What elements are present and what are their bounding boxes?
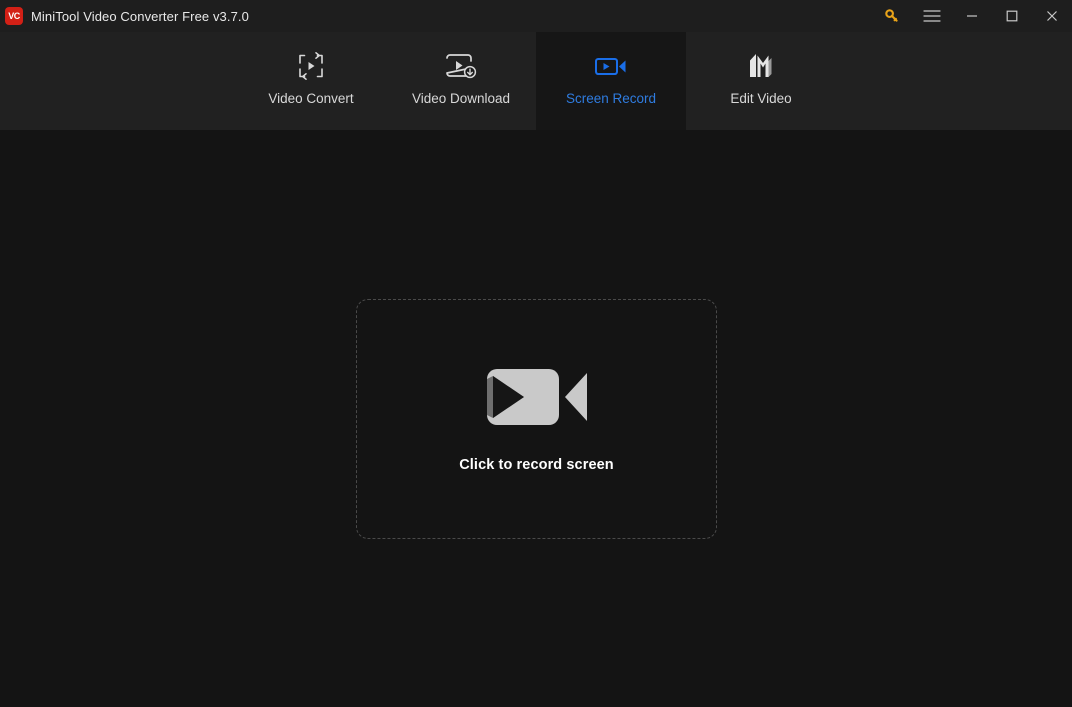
maximize-button[interactable] — [992, 0, 1032, 32]
record-screen-dropzone[interactable]: Click to record screen — [356, 299, 717, 539]
video-convert-icon — [295, 44, 327, 88]
minimize-icon — [965, 9, 979, 23]
video-download-icon — [444, 44, 478, 88]
tab-label-screen-record: Screen Record — [566, 91, 656, 106]
maximize-icon — [1005, 9, 1019, 23]
main-tab-bar: Video Convert Video Download Screen Reco… — [0, 32, 1072, 130]
tab-screen-record[interactable]: Screen Record — [536, 32, 686, 130]
close-button[interactable] — [1032, 0, 1072, 32]
app-logo-text: VC — [8, 12, 20, 21]
key-icon — [884, 8, 900, 24]
main-menu-button[interactable] — [912, 0, 952, 32]
camcorder-icon — [487, 366, 587, 433]
minimize-button[interactable] — [952, 0, 992, 32]
screen-record-icon — [594, 44, 628, 88]
tab-label-video-download: Video Download — [412, 91, 510, 106]
tab-video-download[interactable]: Video Download — [386, 32, 536, 130]
tab-video-convert[interactable]: Video Convert — [236, 32, 386, 130]
register-key-button[interactable] — [872, 0, 912, 32]
title-bar: VC MiniTool Video Converter Free v3.7.0 — [0, 0, 1072, 32]
tab-label-edit-video: Edit Video — [730, 91, 791, 106]
tab-label-video-convert: Video Convert — [268, 91, 353, 106]
edit-video-icon — [745, 44, 777, 88]
app-logo: VC — [5, 7, 23, 25]
tab-edit-video[interactable]: Edit Video — [686, 32, 836, 130]
dropzone-cta-text: Click to record screen — [459, 457, 614, 473]
window-title: MiniTool Video Converter Free v3.7.0 — [31, 9, 249, 24]
main-content-area: Click to record screen — [0, 130, 1072, 707]
hamburger-menu-icon — [923, 9, 941, 23]
close-icon — [1045, 9, 1059, 23]
